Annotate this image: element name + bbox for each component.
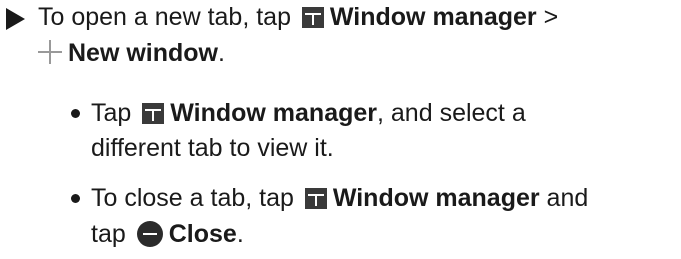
step-window-manager-label: Window manager xyxy=(329,3,537,31)
bullet-1-line2-text: different tab to view it. xyxy=(91,134,334,162)
bullet-2-prefix: To close a tab, tap xyxy=(91,184,294,212)
bullet-2-line2-suffix: . xyxy=(236,220,244,248)
bullet-2-line-2: tap Close. xyxy=(91,219,244,249)
bullet-dot xyxy=(71,194,80,203)
step-line-2: New window. xyxy=(38,38,225,68)
bullet-2-line2-prefix: tap xyxy=(91,220,126,248)
bullet-1-prefix: Tap xyxy=(91,99,132,127)
step-suffix: > xyxy=(536,3,559,31)
bullet-2-window-manager-label: Window manager xyxy=(332,184,540,212)
bullet-1-window-manager-label: Window manager xyxy=(170,99,378,127)
bullet-2-suffix: and xyxy=(539,184,589,212)
bullet-2-close-label: Close xyxy=(168,220,237,248)
bullet-dot xyxy=(71,109,80,118)
window-manager-icon xyxy=(301,7,324,28)
step-arrow-icon xyxy=(6,8,25,30)
bullet-1-line-1: Tap Window manager, and select a xyxy=(91,98,526,128)
window-manager-icon xyxy=(142,103,165,124)
step-prefix: To open a new tab, tap xyxy=(38,3,291,31)
close-icon xyxy=(136,221,163,247)
step-line2-suffix: . xyxy=(218,39,225,67)
plus-icon xyxy=(38,40,62,64)
bullet-1-suffix: , and select a xyxy=(377,99,526,127)
bullet-1-line-2: different tab to view it. xyxy=(91,133,334,163)
window-manager-icon xyxy=(304,188,327,209)
bullet-2-line-1: To close a tab, tap Window manager and xyxy=(91,183,588,213)
step-line-1: To open a new tab, tap Window manager > xyxy=(38,2,558,32)
step-new-window-label: New window xyxy=(68,39,218,67)
